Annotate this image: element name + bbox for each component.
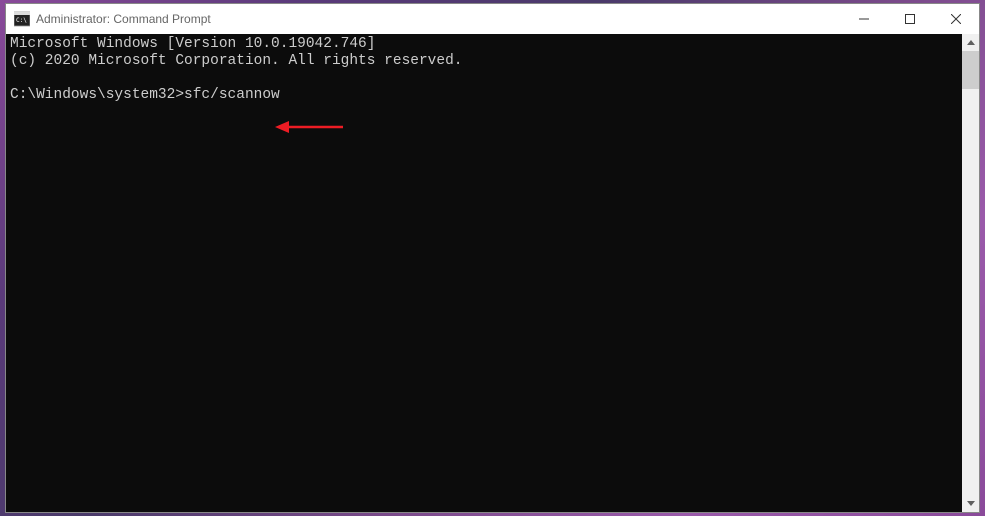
- vertical-scrollbar[interactable]: [962, 34, 979, 512]
- terminal-output[interactable]: Microsoft Windows [Version 10.0.19042.74…: [6, 34, 962, 512]
- scroll-up-button[interactable]: [962, 34, 979, 51]
- close-button[interactable]: [933, 4, 979, 34]
- terminal-area: Microsoft Windows [Version 10.0.19042.74…: [6, 34, 979, 512]
- svg-text:C:\: C:\: [16, 17, 27, 24]
- cmd-icon: C:\: [14, 11, 30, 27]
- command-prompt-window: C:\ Administrator: Command Prompt Micros…: [5, 3, 980, 513]
- window-title: Administrator: Command Prompt: [36, 12, 841, 26]
- maximize-button[interactable]: [887, 4, 933, 34]
- prompt: C:\Windows\system32>: [10, 87, 184, 103]
- output-line: Microsoft Windows [Version 10.0.19042.74…: [10, 36, 375, 52]
- window-controls: [841, 4, 979, 34]
- titlebar[interactable]: C:\ Administrator: Command Prompt: [6, 4, 979, 34]
- command-input[interactable]: sfc/scannow: [184, 87, 280, 103]
- scroll-down-button[interactable]: [962, 495, 979, 512]
- output-line: (c) 2020 Microsoft Corporation. All righ…: [10, 53, 462, 69]
- minimize-button[interactable]: [841, 4, 887, 34]
- scroll-thumb[interactable]: [962, 51, 979, 89]
